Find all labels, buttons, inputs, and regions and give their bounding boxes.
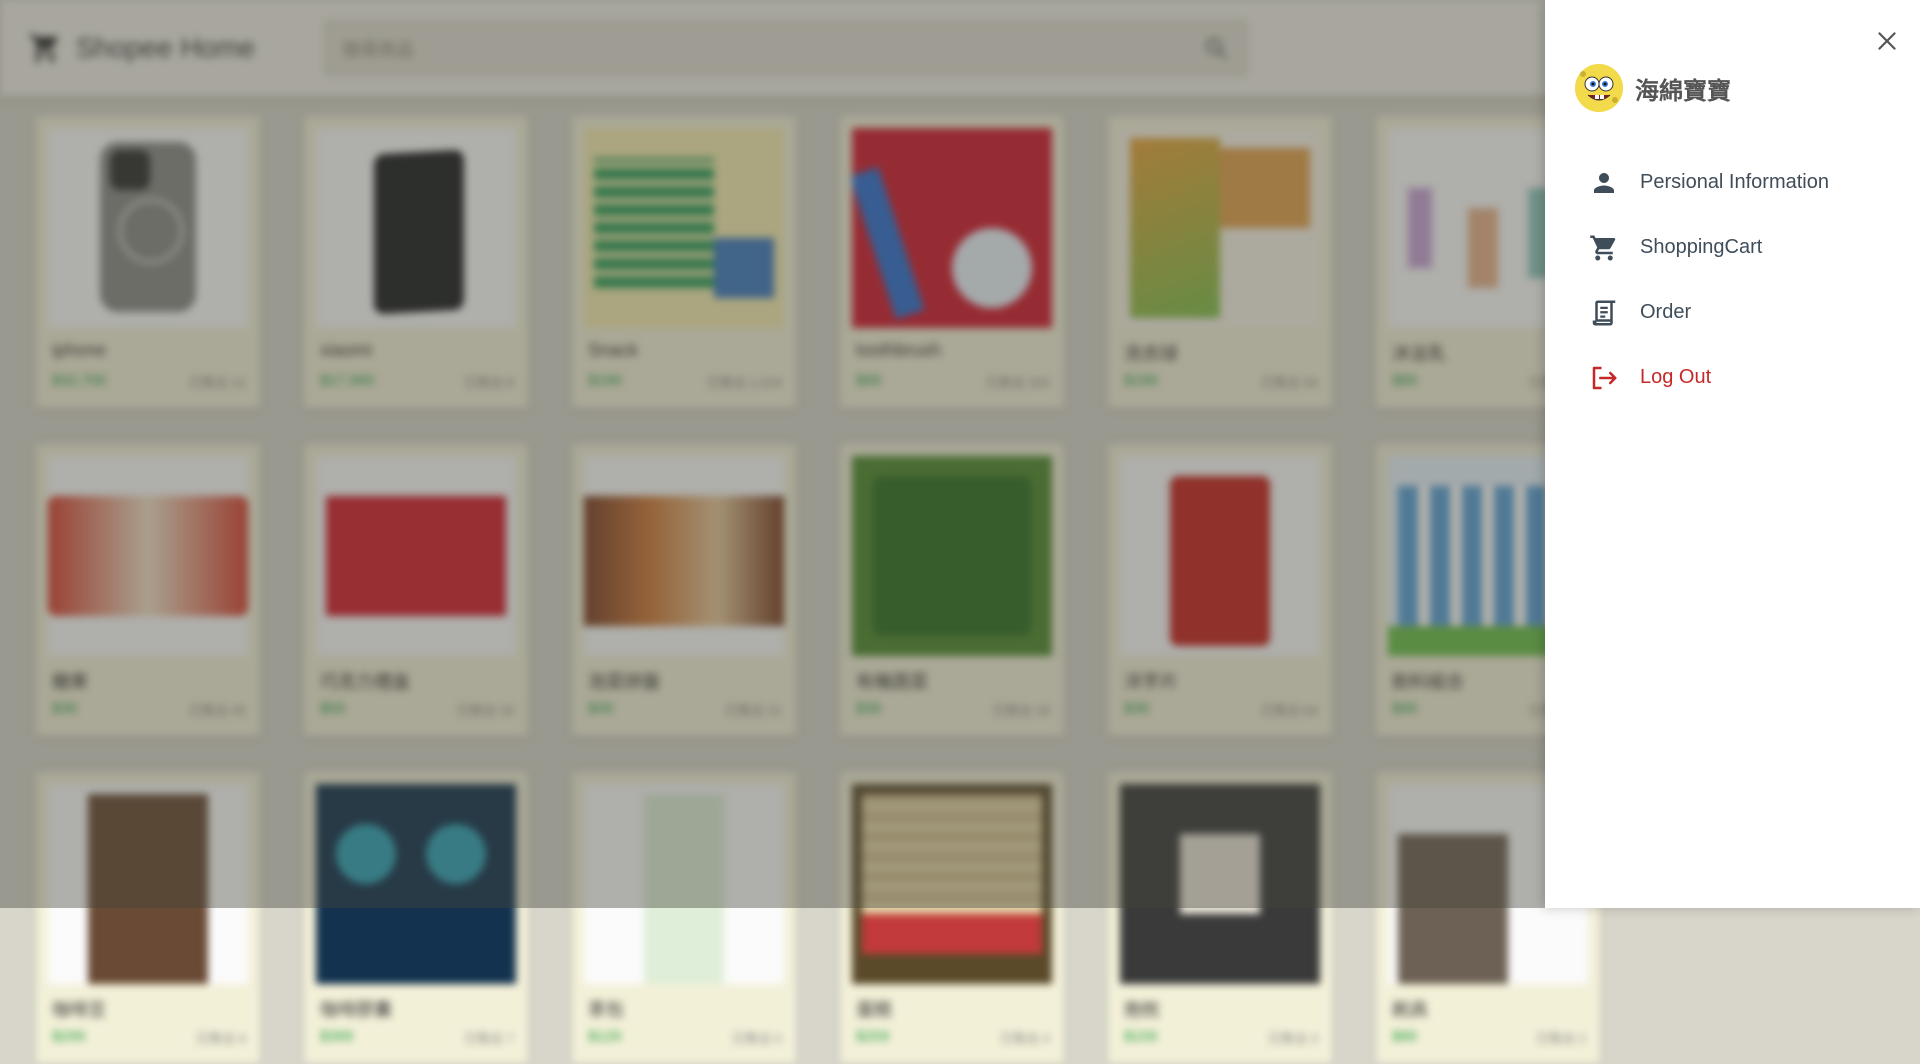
user-profile: 海綿寶寶 <box>1575 64 1731 112</box>
product-name: 咖啡豆 <box>52 1000 106 1020</box>
menu-item-personal-information[interactable]: Persional Information <box>1545 150 1920 215</box>
person-icon <box>1594 172 1614 193</box>
menu-item-label: Order <box>1640 301 1692 323</box>
product-sold-count: 已售出 9 <box>196 1031 246 1046</box>
menu-item-shopping-cart[interactable]: ShoppingCart <box>1545 215 1920 280</box>
product-price: $299 <box>52 1028 86 1045</box>
product-name: 抱枕 <box>1124 1000 1160 1020</box>
product-price: $89 <box>1392 1028 1418 1045</box>
product-name: 刷具 <box>1392 1000 1428 1020</box>
product-sold-count: 已售出 3 <box>1268 1031 1318 1046</box>
drawer-menu: Persional Information ShoppingCart Order… <box>1545 150 1920 410</box>
product-name: 咖啡膠囊 <box>320 1000 392 1020</box>
menu-item-label: Persional Information <box>1640 171 1829 193</box>
menu-item-order[interactable]: Order <box>1545 280 1920 345</box>
spongebob-avatar-icon <box>1575 64 1623 112</box>
product-sold-count: 已售出 2 <box>1536 1031 1586 1046</box>
product-sold-count: 已售出 5 <box>732 1031 782 1046</box>
menu-item-log-out[interactable]: Log Out <box>1545 345 1920 410</box>
product-price: $259 <box>856 1028 890 1045</box>
product-price: $159 <box>1124 1028 1158 1045</box>
avatar <box>1575 64 1623 112</box>
product-sold-count: 已售出 7 <box>464 1031 514 1046</box>
product-name: 茶包 <box>588 1000 624 1020</box>
product-price: $129 <box>588 1028 622 1045</box>
logout-icon <box>1592 366 1617 389</box>
close-icon[interactable] <box>1874 28 1900 54</box>
product-name: 蛋糕 <box>856 1000 892 1020</box>
product-sold-count: 已售出 4 <box>1000 1031 1050 1046</box>
menu-item-label: Log Out <box>1640 366 1712 388</box>
product-price: $399 <box>320 1028 354 1045</box>
user-drawer: 海綿寶寶 Persional Information ShoppingCart … <box>1545 0 1920 908</box>
receipt-icon <box>1592 300 1616 325</box>
menu-item-label: ShoppingCart <box>1640 236 1763 258</box>
username: 海綿寶寶 <box>1635 77 1731 105</box>
cart-icon <box>1590 235 1616 260</box>
